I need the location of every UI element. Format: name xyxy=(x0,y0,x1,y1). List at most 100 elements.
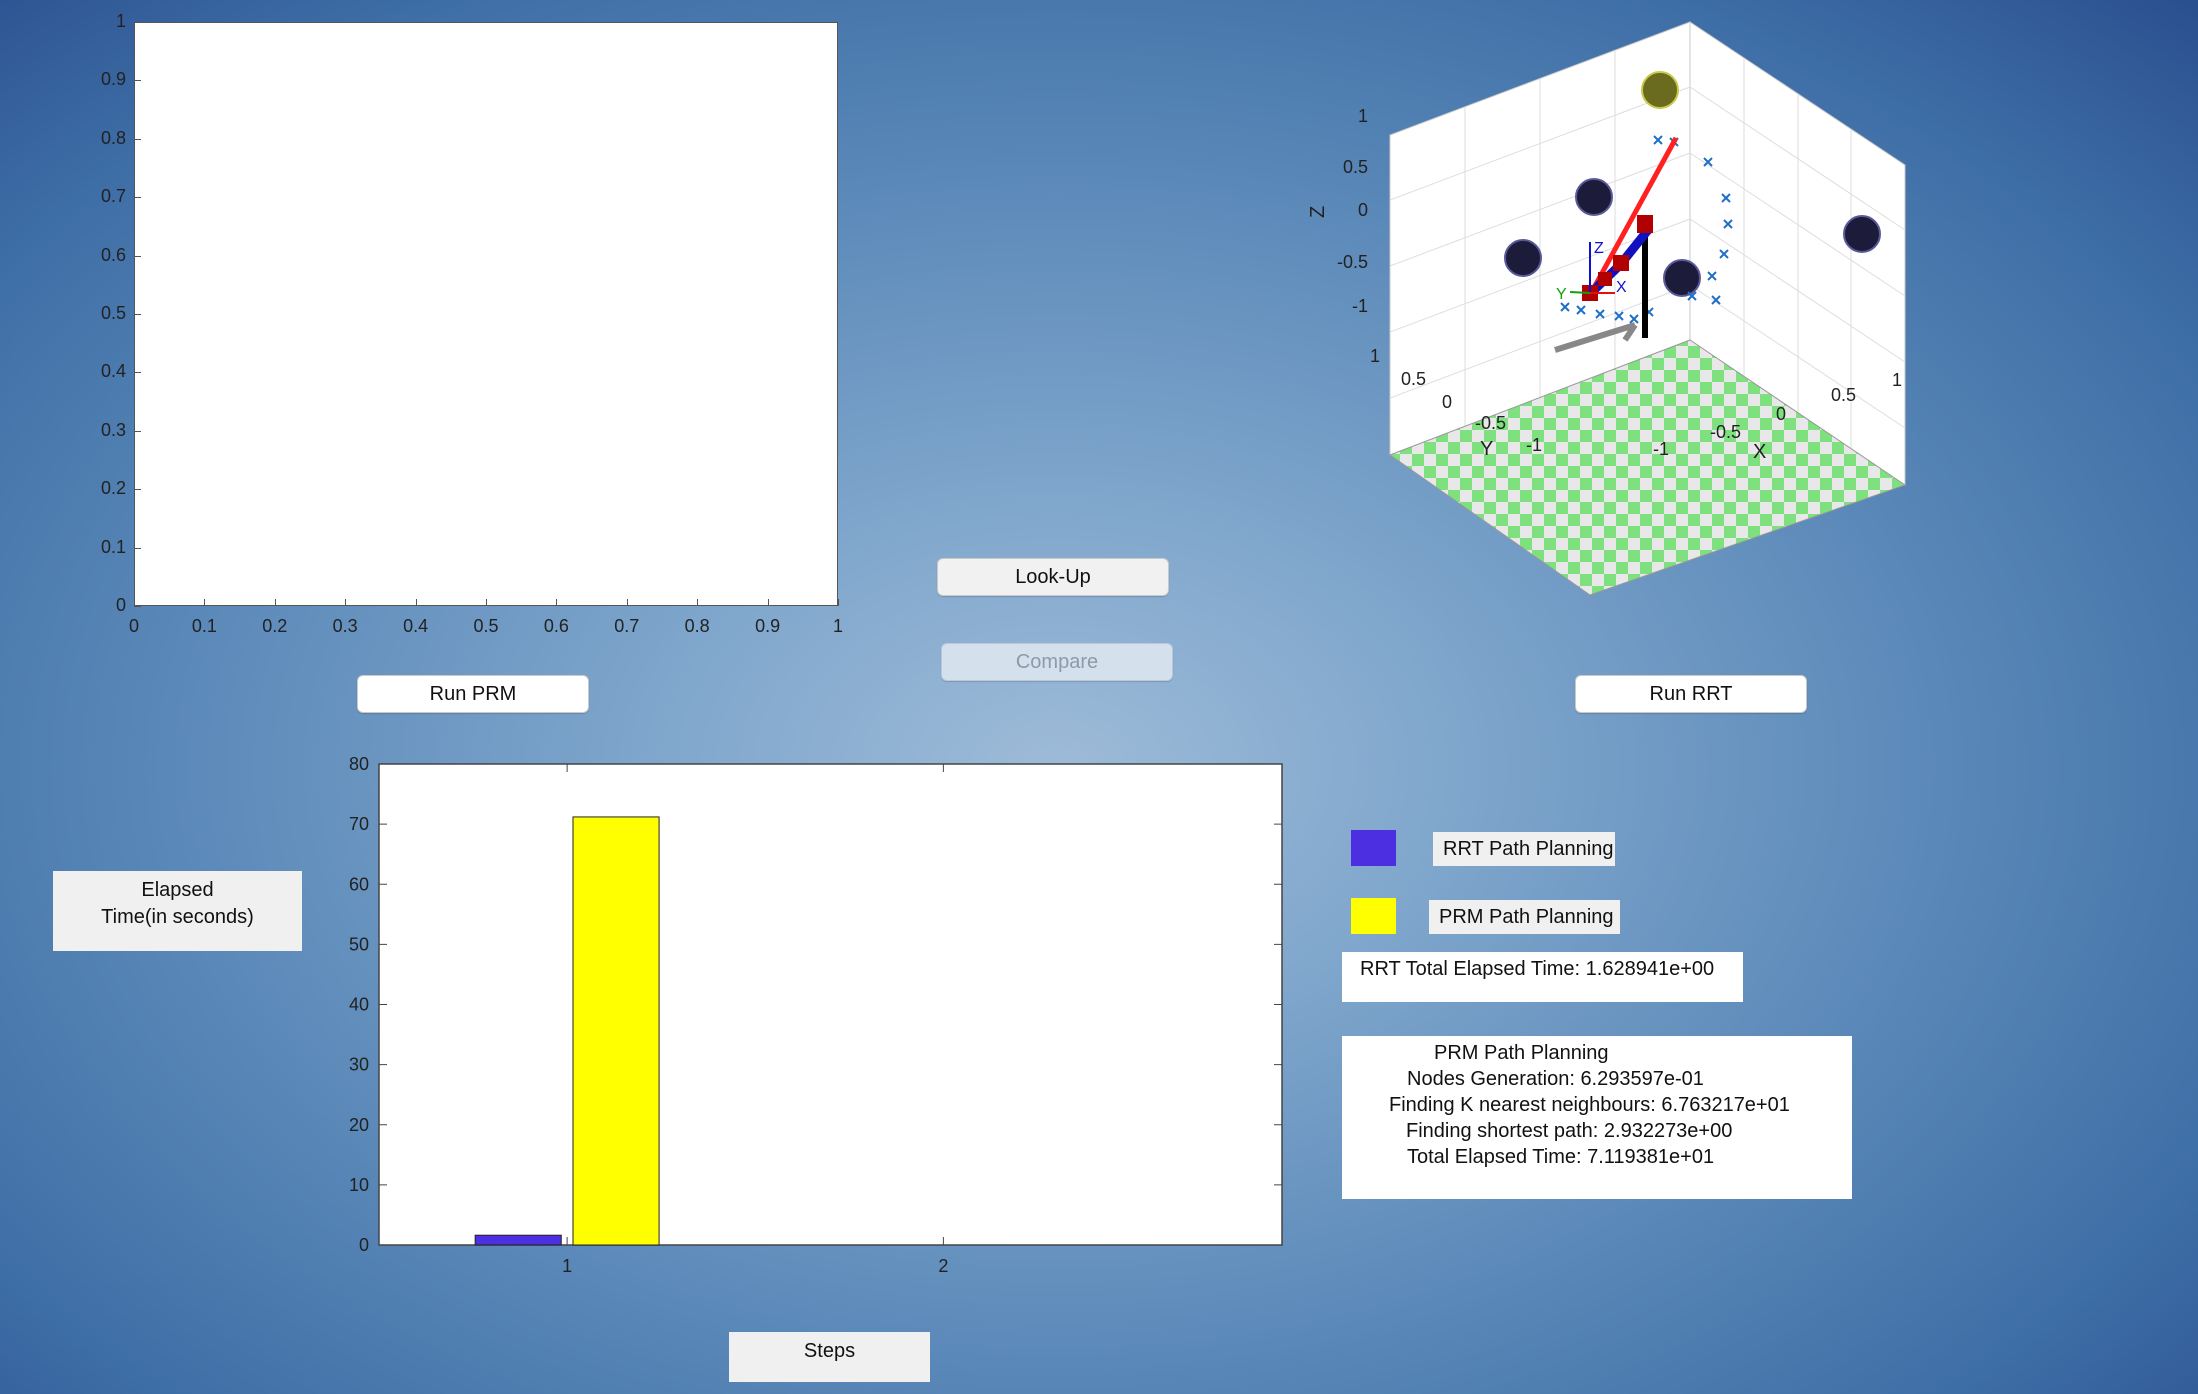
compare-button[interactable]: Compare xyxy=(941,643,1173,681)
legend-swatch-prm xyxy=(1351,898,1396,934)
top-axes-x-tick: 0 xyxy=(128,616,139,636)
top-axes-x-tick-mark xyxy=(415,599,417,606)
z-tick: 1 xyxy=(1358,106,1368,126)
bar-chart-y-tick: 0 xyxy=(359,1235,369,1255)
bar-rrt-step-1 xyxy=(474,1234,562,1246)
top-axes-x-tick-mark xyxy=(274,599,276,606)
prm-summary-box: PRM Path Planning Nodes Generation: 6.29… xyxy=(1342,1036,1852,1199)
robot-3d-plot: Z Y X 1 0.5 0 -0.5 -1 Z 1 0.5 0 -0.5 -1 … xyxy=(1307,21,1907,596)
top-axes-x-tick: 0.3 xyxy=(332,616,358,636)
bar-chart-x-tick: 1 xyxy=(562,1256,572,1276)
prm-summary-line: Finding K nearest neighbours: 6.763217e+… xyxy=(1389,1094,1790,1116)
y-tick: -1 xyxy=(1526,435,1542,455)
frame-label-y: Y xyxy=(1556,286,1567,303)
y-tick: 0.5 xyxy=(1401,369,1426,389)
prm-summary-line: Nodes Generation: 6.293597e-01 xyxy=(1407,1068,1704,1090)
z-axis-label: Z xyxy=(1307,206,1329,218)
top-axes-y-tick-mark xyxy=(134,255,141,257)
bar-chart-y-tick: 70 xyxy=(349,814,369,834)
top-axes-x-tick: 0.5 xyxy=(473,616,499,636)
bar-chart-y-tick: 80 xyxy=(349,754,369,774)
steps-label-panel: Steps xyxy=(729,1332,930,1382)
bar-chart-y-tick: 40 xyxy=(349,995,369,1015)
top-axes-x-tick-mark xyxy=(697,599,699,606)
top-axes-x-tick-mark xyxy=(345,599,347,606)
x-tick: 0 xyxy=(1776,404,1786,424)
top-axes-y-tick: 0.1 xyxy=(100,536,126,557)
frame-label-z: Z xyxy=(1594,240,1604,257)
rrt-total-time-box: RRT Total Elapsed Time: 1.628941e+00 xyxy=(1342,952,1743,1002)
top-axes-x-tick-mark xyxy=(767,599,769,606)
prm-summary-title: PRM Path Planning xyxy=(1434,1042,1609,1064)
x-tick: -1 xyxy=(1653,439,1669,459)
bar-chart-y-tick: 10 xyxy=(349,1175,369,1195)
top-axes-y-tick-mark xyxy=(134,547,141,549)
top-axes-x-tick: 0.8 xyxy=(684,616,710,636)
top-axes-x-tick: 0.1 xyxy=(191,616,217,636)
top-axes-y-tick-mark xyxy=(134,138,141,140)
bar-prm-step-1 xyxy=(572,816,660,1246)
bar-chart-plot-area xyxy=(378,763,1283,1246)
bar-chart-x-tick: 2 xyxy=(938,1256,948,1276)
top-axes-y-tick-mark xyxy=(134,197,141,199)
top-axes-x-tick-mark xyxy=(556,599,558,606)
top-axes-y-tick-mark xyxy=(134,314,141,315)
x-axis-label: X xyxy=(1753,441,1766,463)
elapsed-time-bar-chart: 0 10 20 30 40 50 60 70 80 1 2 xyxy=(349,754,1283,1276)
top-axes-x-tick-mark xyxy=(626,599,628,606)
x-tick: -0.5 xyxy=(1710,422,1741,442)
top-axes-y-tick: 0.8 xyxy=(100,127,126,148)
top-axes-y-tick-mark xyxy=(134,22,141,23)
top-axes-x-tick: 0.4 xyxy=(403,616,429,636)
bar-chart-y-tick: 50 xyxy=(349,934,369,954)
top-axes-x-tick: 1 xyxy=(832,616,843,636)
y-tick: 0 xyxy=(1442,392,1452,412)
top-axes-y-tick-mark xyxy=(134,606,141,607)
z-tick: -0.5 xyxy=(1337,252,1368,272)
y-tick: 1 xyxy=(1370,346,1380,366)
top-axes-y-tick: 0.7 xyxy=(100,186,126,207)
top-axes-y-tick: 0.4 xyxy=(100,361,126,382)
prm-summary-line: Total Elapsed Time: 7.119381e+01 xyxy=(1407,1146,1715,1168)
run-rrt-button[interactable]: Run RRT xyxy=(1575,675,1807,713)
top-axes-y-tick-mark xyxy=(134,372,141,374)
top-axes-x-tick: 0.2 xyxy=(262,616,288,636)
run-prm-button[interactable]: Run PRM xyxy=(357,675,589,713)
top-axes-y-tick: 0.6 xyxy=(100,244,126,265)
top-axes-y-tick: 0.3 xyxy=(100,419,126,440)
prm-summary-line: Finding shortest path: 2.932273e+00 xyxy=(1406,1120,1733,1142)
bar-chart-y-tick: 60 xyxy=(349,874,369,894)
x-tick: 0.5 xyxy=(1831,385,1856,405)
legend: RRT Path Planning PRM Path Planning xyxy=(1340,828,1640,938)
top-axes-y-tick: 0.9 xyxy=(100,69,126,90)
top-axes-y-tick-mark xyxy=(134,489,141,491)
y-axis-label: Y xyxy=(1480,438,1493,460)
top-axes-y-tick-mark xyxy=(134,430,141,432)
legend-label-prm: PRM Path Planning xyxy=(1429,900,1620,934)
bar-chart-y-tick: 20 xyxy=(349,1115,369,1135)
legend-swatch-rrt xyxy=(1351,830,1396,866)
top-axes-x-tick-mark xyxy=(204,599,206,606)
top-axes-y-tick: 0.5 xyxy=(100,303,126,323)
top-axes-y-tick: 0 xyxy=(115,595,126,615)
top-axes-x-tick-mark xyxy=(486,599,487,606)
top-axes-x-tick: 0.6 xyxy=(543,616,569,636)
z-tick: 0 xyxy=(1358,200,1368,220)
top-axes-plot-area xyxy=(134,22,838,606)
top-axes-y-tick-mark xyxy=(134,80,141,82)
z-tick: -1 xyxy=(1352,296,1368,316)
x-tick: 1 xyxy=(1892,370,1902,390)
top-axes-x-tick-mark xyxy=(134,599,135,606)
top-axes-y-tick: 0.2 xyxy=(100,478,126,499)
top-axes-x-tick-mark xyxy=(838,599,839,606)
z-tick: 0.5 xyxy=(1343,157,1368,177)
top-axes-y-tick: 1 xyxy=(115,11,126,31)
frame-label-x: X xyxy=(1616,279,1627,296)
y-tick: -0.5 xyxy=(1475,413,1506,433)
legend-label-rrt: RRT Path Planning xyxy=(1433,832,1615,866)
top-axes-x-tick: 0.7 xyxy=(614,616,640,636)
top-axes: 0 0.1 0.2 0.3 0.4 0.5 0.6 0.7 0.8 0.9 1 0 0.1 0.2 0.3… xyxy=(0,0,900,660)
look-up-button[interactable]: Look-Up xyxy=(937,558,1169,596)
bar-chart-y-tick: 30 xyxy=(349,1055,369,1075)
top-axes-x-tick: 0.9 xyxy=(755,616,781,636)
